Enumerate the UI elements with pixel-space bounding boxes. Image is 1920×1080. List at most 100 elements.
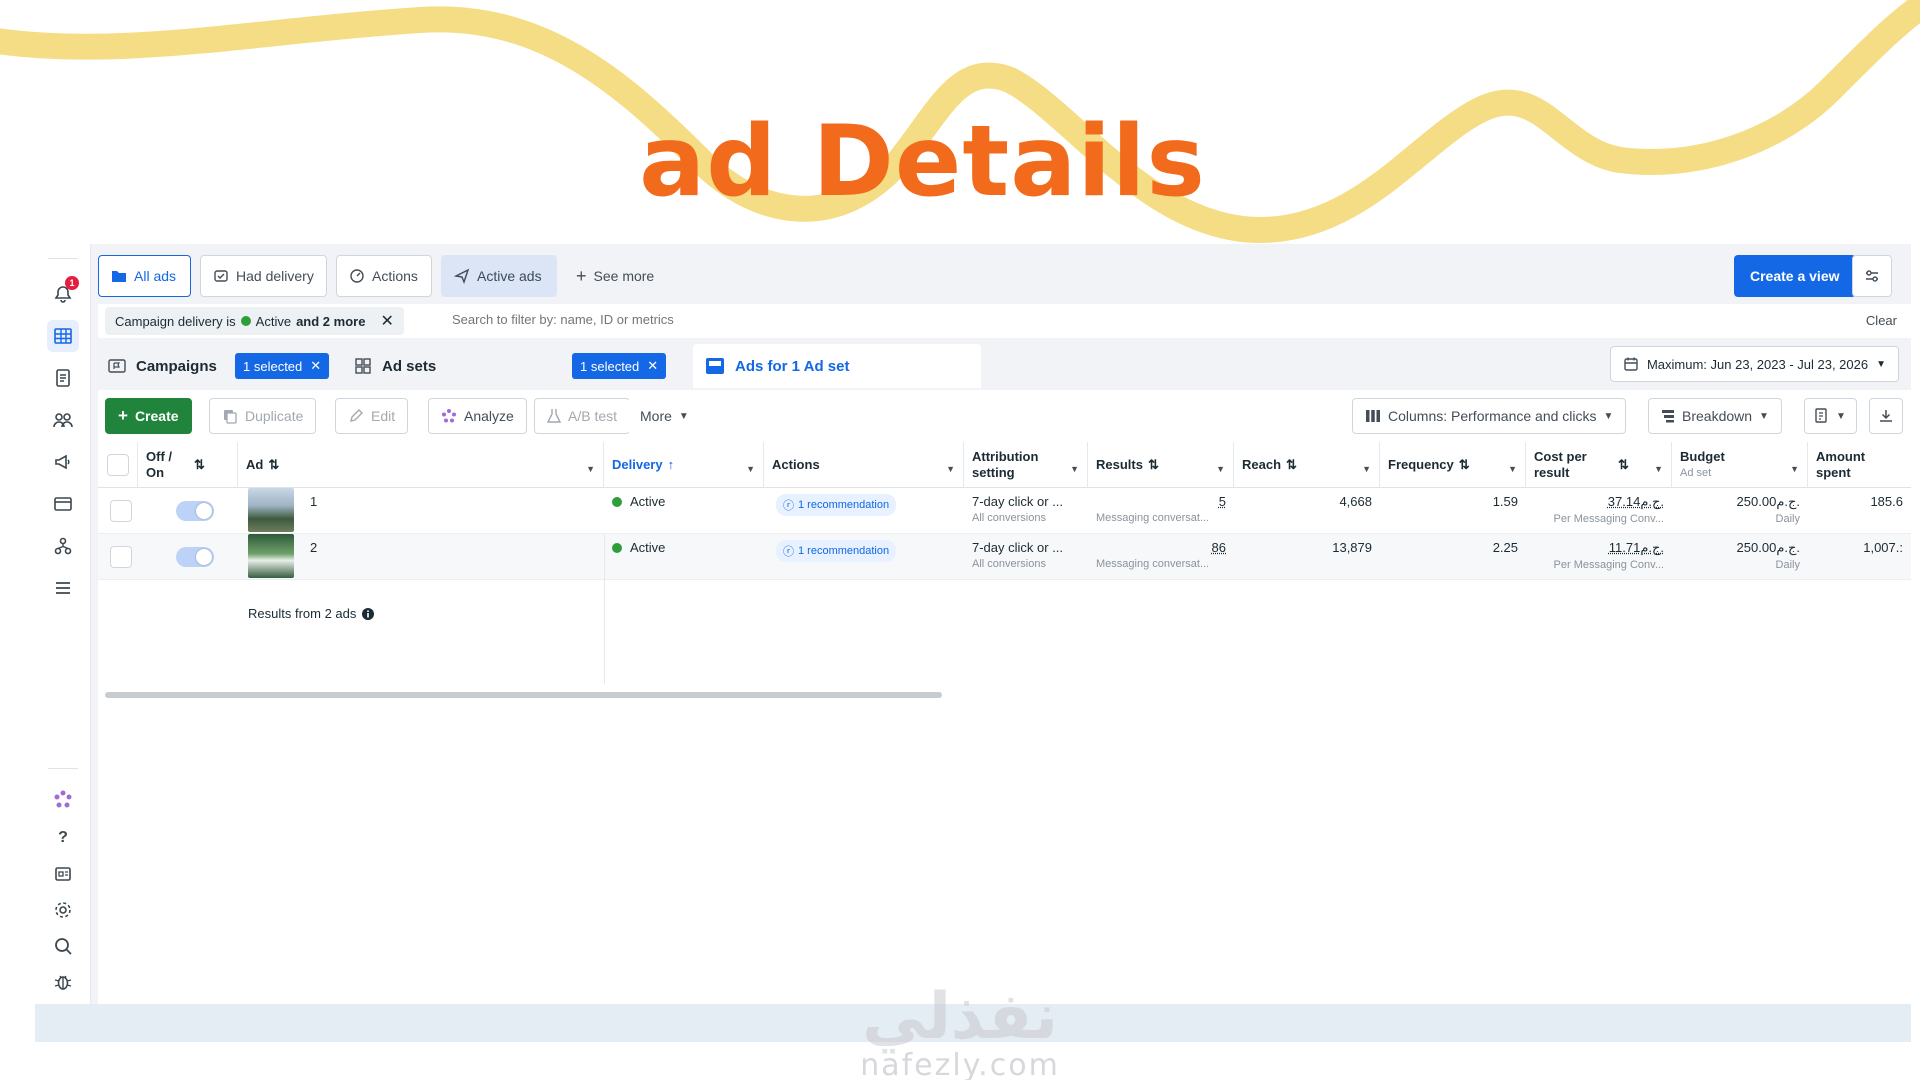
rail-all-tools[interactable] (47, 572, 79, 604)
tab-all-ads[interactable]: All ads (98, 255, 191, 297)
rail-divider (48, 768, 78, 769)
table-grid-icon (54, 328, 72, 344)
ab-test-button[interactable]: A/B test (534, 398, 631, 434)
chevron-down-icon: ▼ (1216, 464, 1225, 474)
more-actions-button[interactable]: More ▼ (628, 398, 701, 434)
col-reach[interactable]: Reach ⇅ ▼ (1234, 442, 1380, 488)
tab-label: All ads (134, 268, 177, 284)
active-status-dot (612, 543, 622, 553)
view-settings-button[interactable] (1852, 255, 1892, 297)
chevron-down-icon: ▼ (1836, 410, 1846, 422)
campaigns-selected-pill[interactable]: 1 selected ✕ (235, 353, 330, 379)
level-label: Ad sets (382, 357, 437, 375)
level-campaigns[interactable]: Campaigns (108, 346, 217, 386)
close-icon[interactable]: ✕ (310, 358, 321, 374)
gauge-icon (350, 269, 364, 283)
col-frequency[interactable]: Frequency ⇅ ▼ (1380, 442, 1526, 488)
level-navigation: Campaigns 1 selected ✕ Ad sets 1 selecte… (98, 344, 1911, 390)
col-off-on[interactable]: Off / On ⇅ (138, 442, 238, 488)
breakdown-button[interactable]: Breakdown ▼ (1648, 398, 1782, 434)
rail-meta-ai[interactable] (47, 784, 79, 816)
pencil-icon (350, 409, 363, 422)
rail-help[interactable]: ? (47, 822, 79, 854)
col-budget[interactable]: Budget Ad set ▼ (1672, 442, 1808, 488)
rail-news[interactable] (47, 858, 79, 890)
results-value[interactable]: 86 (1212, 540, 1226, 555)
col-cost-per-result[interactable]: Cost per result ⇅ ▼ (1526, 442, 1672, 488)
columns-button[interactable]: Columns: Performance and clicks ▼ (1352, 398, 1627, 434)
rail-business-settings[interactable] (47, 530, 79, 562)
info-icon[interactable] (362, 607, 375, 620)
clear-filters-link[interactable]: Clear (1866, 313, 1897, 328)
ad-card-icon (706, 358, 724, 374)
sort-arrows-icon: ⇅ (1147, 457, 1159, 472)
tab-label: Had delivery (236, 268, 314, 284)
chip-suffix: and 2 more (296, 313, 366, 329)
analyze-button[interactable]: Analyze (428, 398, 527, 434)
col-delivery[interactable]: Delivery ↑ ▼ (604, 442, 764, 488)
budget-cell: 250.00ج.م. Daily (1672, 534, 1808, 580)
cost-value[interactable]: 11.71ج.م. (1609, 540, 1664, 555)
tab-active-ads[interactable]: Active ads (441, 255, 557, 297)
ad-on-off-toggle[interactable] (176, 501, 214, 521)
rail-billing[interactable] (47, 488, 79, 520)
col-actions[interactable]: Actions ▼ (764, 442, 964, 488)
search-filter-input[interactable] (452, 312, 952, 327)
ad-sets-selected-pill[interactable]: 1 selected ✕ (572, 353, 667, 379)
date-range-picker[interactable]: Maximum: Jun 23, 2023 - Jul 23, 2026 ▼ (1609, 346, 1899, 382)
rail-campaigns[interactable] (47, 446, 79, 478)
level-ad-sets[interactable]: Ad sets (354, 346, 436, 386)
col-ad[interactable]: Ad ⇅ ▼ (238, 442, 604, 488)
horizontal-scrollbar[interactable] (105, 692, 942, 698)
table-row[interactable]: 2 Active ⓡ 1 recommendation 7-day click o… (98, 534, 1911, 580)
select-all-checkbox[interactable] (107, 454, 129, 476)
delivery-filter-chip[interactable]: Campaign delivery is Active and 2 more ✕ (105, 307, 404, 335)
attribution-cell: 7-day click or ... All conversions (964, 488, 1088, 534)
export-button[interactable] (1869, 398, 1903, 434)
level-ads[interactable]: Ads for 1 Ad set (693, 344, 981, 388)
close-icon[interactable]: ✕ (380, 311, 393, 331)
select-all-header (98, 442, 138, 488)
more-label: More (640, 408, 672, 424)
close-icon[interactable]: ✕ (647, 358, 658, 374)
cost-value[interactable]: 37.14ج.م. (1608, 494, 1664, 509)
rail-search[interactable] (47, 930, 79, 962)
col-attribution[interactable]: Attribution setting ▼ (964, 442, 1088, 488)
row-checkbox[interactable] (110, 500, 132, 522)
recommendation-badge[interactable]: ⓡ 1 recommendation (776, 540, 897, 562)
recommendation-badge[interactable]: ⓡ 1 recommendation (776, 494, 897, 516)
rail-pages[interactable] (47, 362, 79, 394)
tab-had-delivery[interactable]: Had delivery (200, 255, 327, 297)
rail-ads-manager[interactable] (47, 320, 79, 352)
col-results[interactable]: Results ⇅ ▼ (1088, 442, 1234, 488)
budget-value: 250.00ج.م. (1736, 494, 1800, 509)
row-checkbox[interactable] (110, 546, 132, 568)
sort-up-icon: ↑ (667, 457, 675, 472)
chevron-down-icon: ▼ (1362, 464, 1371, 474)
edit-button[interactable]: Edit (335, 398, 409, 434)
column-label: Reach (1242, 457, 1282, 472)
create-button[interactable]: + Create (105, 398, 192, 434)
results-value[interactable]: 5 (1219, 494, 1226, 509)
see-more-views-button[interactable]: + See more (564, 255, 674, 297)
table-row[interactable]: 1 Active ⓡ 1 recommendation 7-day click o… (98, 488, 1911, 534)
rail-alerts[interactable]: 1 (47, 276, 79, 310)
rail-settings[interactable] (47, 894, 79, 926)
tab-actions[interactable]: Actions (336, 255, 432, 297)
reports-button[interactable]: ▼ (1804, 398, 1857, 434)
ad-name[interactable]: 2 (302, 534, 592, 580)
org-tree-icon (54, 537, 72, 555)
col-amount-spent[interactable]: Amount spent (1808, 442, 1911, 488)
filter-bar: Campaign delivery is Active and 2 more ✕… (98, 304, 1911, 338)
actions-cell: ⓡ 1 recommendation (764, 534, 964, 580)
breakdown-icon (1662, 410, 1674, 423)
create-view-button[interactable]: Create a view (1734, 255, 1856, 297)
rail-audiences[interactable] (47, 404, 79, 436)
send-arrow-icon (454, 268, 470, 284)
view-tabs-row: All ads Had delivery Actions Active ads … (98, 255, 1911, 299)
ad-on-off-toggle[interactable] (176, 547, 214, 567)
plus-icon: + (118, 406, 128, 425)
download-icon (1880, 410, 1892, 422)
duplicate-button[interactable]: Duplicate (209, 398, 317, 434)
ad-name[interactable]: 1 (302, 488, 592, 534)
